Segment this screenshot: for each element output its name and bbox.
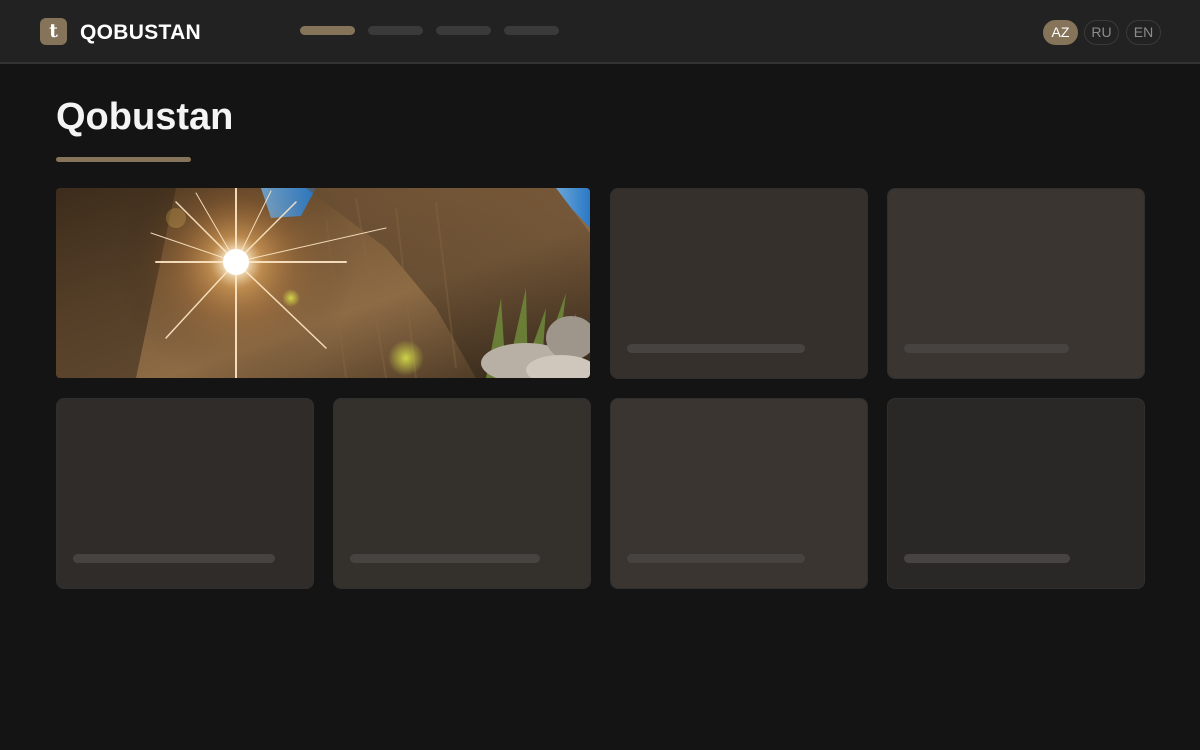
place-card-skeleton[interactable] [610,398,868,589]
brand-name[interactable]: QOBUSTAN [80,21,201,45]
card-caption-skeleton [904,344,1069,353]
place-card-skeleton[interactable] [610,188,868,379]
page-title: Qobustan [56,96,234,138]
logo-icon[interactable]: t [40,18,67,45]
card-caption-skeleton [350,554,540,563]
nav-item-4-skeleton[interactable] [504,26,559,35]
top-bar: t QOBUSTAN AZ RU EN [0,0,1200,64]
lang-ru-button[interactable]: RU [1084,20,1119,45]
nav-item-3-skeleton[interactable] [436,26,491,35]
card-caption-skeleton [627,554,805,563]
place-card-skeleton[interactable] [56,398,314,589]
card-caption-skeleton [73,554,275,563]
card-caption-skeleton [627,344,805,353]
card-caption-skeleton [904,554,1070,563]
place-card-skeleton[interactable] [887,188,1145,379]
hero-image-card[interactable] [56,188,590,378]
title-underline [56,157,191,162]
place-card-skeleton[interactable] [887,398,1145,589]
place-card-skeleton[interactable] [333,398,591,589]
nav-item-2-skeleton[interactable] [368,26,423,35]
nav-item-1-skeleton[interactable] [300,26,355,35]
hero-photo [56,188,590,378]
lang-en-button[interactable]: EN [1126,20,1161,45]
lang-az-button[interactable]: AZ [1043,20,1078,45]
